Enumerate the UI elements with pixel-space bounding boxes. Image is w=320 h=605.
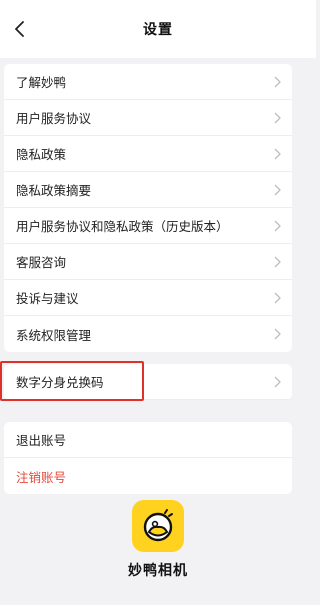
chevron-right-icon [274,376,281,387]
menu-item-feedback[interactable]: 投诉与建议 [4,280,292,316]
logout-button[interactable]: 退出账号 [4,422,292,458]
menu-item-privacy-policy[interactable]: 隐私政策 [4,136,292,172]
top-bar: 设置 [0,0,316,58]
menu-item-label: 客服咨询 [16,255,67,270]
menu-item-label: 了解妙鸭 [16,75,67,90]
chevron-right-icon [274,292,281,303]
chevron-right-icon [274,76,281,87]
logout-label: 退出账号 [16,433,67,448]
page-title: 设置 [143,22,173,38]
chevron-right-icon [274,328,281,340]
chevron-right-icon [274,148,281,159]
account-section: 退出账号 注销账号 [4,422,292,494]
chevron-left-icon [15,21,24,37]
menu-item-permissions[interactable]: 系统权限管理 [4,316,292,352]
chevron-right-icon [274,112,281,123]
menu-item-label: 用户服务协议和隐私政策（历史版本） [16,219,229,234]
chevron-right-icon [274,184,281,195]
menu-item-redeem-code[interactable]: 数字分身兑换码 [4,364,292,400]
app-logo [132,500,184,552]
duck-logo-icon [143,509,173,542]
menu-item-user-agreement[interactable]: 用户服务协议 [4,100,292,136]
menu-item-label: 投诉与建议 [16,291,79,306]
menu-item-label: 用户服务协议 [16,111,92,126]
menu-item-label: 系统权限管理 [16,327,92,343]
deactivate-account-button[interactable]: 注销账号 [4,458,292,494]
menu-item-customer-service[interactable]: 客服咨询 [4,244,292,280]
chevron-right-icon [274,220,281,231]
app-name: 妙鸭相机 [128,563,188,579]
app-footer: 妙鸭相机 [0,500,316,580]
menu-item-label: 隐私政策摘要 [16,183,92,198]
menu-item-history-versions[interactable]: 用户服务协议和隐私政策（历史版本） [4,208,292,244]
menu-item-privacy-summary[interactable]: 隐私政策摘要 [4,172,292,208]
deactivate-label: 注销账号 [16,469,67,485]
redeem-section: 数字分身兑换码 [0,361,292,401]
settings-list: 了解妙鸭 用户服务协议 隐私政策 隐私政策摘要 用户服务协议和隐私政策（历史版本… [4,64,292,352]
menu-item-label: 数字分身兑换码 [16,375,104,390]
chevron-right-icon [274,256,281,267]
back-button[interactable] [6,14,34,44]
menu-item-label: 隐私政策 [16,147,67,162]
menu-item-about[interactable]: 了解妙鸭 [4,64,292,100]
